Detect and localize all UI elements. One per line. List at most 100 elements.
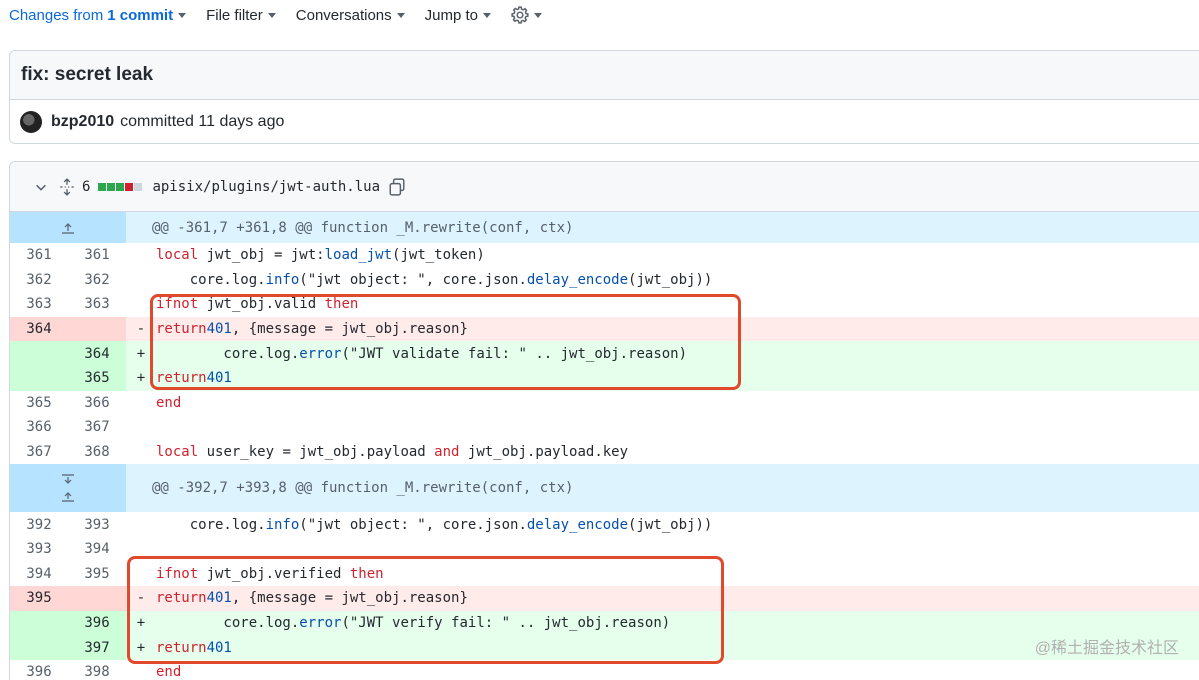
diff-line-added: 397 + return 401: [10, 635, 1199, 660]
new-line-number[interactable]: 361: [68, 243, 126, 268]
new-line-number[interactable]: 396: [68, 610, 126, 636]
changes-from-dropdown[interactable]: Changes from 1 commit: [9, 6, 187, 24]
old-line-number[interactable]: 396: [10, 660, 68, 680]
diff-sign: [126, 243, 156, 268]
hunk-header-text: @@ -361,7 +361,8 @@ function _M.rewrite(…: [152, 219, 574, 236]
chevron-down-icon[interactable]: [34, 180, 48, 194]
chevron-down-icon: [396, 12, 405, 18]
commit-meta: bzp2010 committed 11 days ago c: [10, 100, 1199, 144]
diff-sign: +: [136, 615, 146, 632]
diff-sign: +: [136, 345, 146, 362]
commit-title: fix: secret leak: [10, 51, 1199, 100]
old-line-number[interactable]: 361: [10, 243, 68, 268]
diff-line: 363 363 if not jwt_obj.valid then: [10, 292, 1199, 317]
new-line-number[interactable]: 397: [68, 635, 126, 660]
old-line-number[interactable]: 367: [10, 440, 68, 465]
old-line-number[interactable]: 362: [10, 268, 68, 293]
diff-line: 365 366 end: [10, 391, 1199, 416]
avatar[interactable]: [20, 111, 42, 133]
diff-sign: +: [136, 639, 146, 656]
diff-line: 392 393 core.log. info ("jwt object: ", cor…: [10, 512, 1199, 537]
old-line-number[interactable]: 363: [10, 292, 68, 317]
diff-line-added: 365 + return 401: [10, 365, 1199, 391]
expand-up-button[interactable]: [10, 212, 126, 243]
diff-sign: [126, 292, 156, 317]
new-line-number[interactable]: 398: [68, 660, 126, 680]
new-line-number[interactable]: 365: [68, 365, 126, 391]
old-line-number[interactable]: [10, 341, 68, 366]
code-line: core.log. error ("JWT verify fail: " .. jw…: [156, 615, 671, 632]
copy-icon[interactable]: [388, 177, 406, 196]
conversations-dropdown[interactable]: Conversations: [296, 7, 405, 24]
expand-up-icon: [62, 222, 74, 234]
new-line-number[interactable]: 367: [68, 415, 126, 440]
commit-box: fix: secret leak bzp2010 committed 11 da…: [9, 50, 1199, 144]
chevron-down-icon: [267, 12, 276, 18]
diff-line-deleted: 364 - return 401, {message = jwt_obj.reas…: [10, 316, 1199, 342]
new-line-number[interactable]: 363: [68, 292, 126, 317]
old-line-number[interactable]: 366: [10, 415, 68, 440]
jump-to-label: Jump to: [424, 6, 479, 24]
code-line: end: [156, 394, 182, 411]
old-line-number[interactable]: 365: [10, 391, 68, 416]
code-line: if not jwt_obj.verified then: [156, 565, 384, 582]
diff-sign: +: [136, 370, 146, 387]
file-filter-dropdown[interactable]: File filter: [206, 7, 276, 24]
code-line: end: [156, 664, 182, 680]
new-line-number[interactable]: [68, 586, 126, 611]
diff-sign: [126, 268, 156, 293]
new-line-number[interactable]: 395: [68, 562, 126, 587]
new-line-number[interactable]: 393: [68, 512, 126, 537]
diff-sign: [126, 512, 156, 537]
old-line-number[interactable]: [10, 365, 68, 391]
commit-author[interactable]: bzp2010: [51, 113, 114, 131]
diff-table: @@ -361,7 +361,8 @@ function _M.rewrite(…: [10, 212, 1199, 680]
diff-sign: [126, 660, 156, 680]
old-line-number[interactable]: 393: [10, 537, 68, 562]
diff-line-added: 364 + core.log. error ("JWT validate fail: …: [10, 341, 1199, 366]
new-line-number[interactable]: 364: [68, 341, 126, 366]
diff-sign: [126, 562, 156, 587]
hunk-header-text: @@ -392,7 +393,8 @@ function _M.rewrite(…: [152, 480, 574, 497]
gear-icon: [511, 6, 529, 24]
code-line: return 401: [156, 370, 232, 387]
code-line: local jwt_obj = jwt: load_jwt (jwt_token): [156, 247, 485, 264]
settings-dropdown[interactable]: [511, 6, 543, 24]
chevron-down-icon: [178, 12, 187, 18]
file-name[interactable]: apisix/plugins/jwt-auth.lua: [152, 179, 380, 195]
new-line-number[interactable]: [68, 316, 126, 342]
expand-both-icon: [62, 474, 74, 502]
conversations-label: Conversations: [295, 6, 392, 24]
code-line: return 401, {message = jwt_obj.reason}: [156, 590, 468, 607]
old-line-number[interactable]: 392: [10, 512, 68, 537]
watermark: @稀土掘金技术社区: [1034, 640, 1179, 657]
code-line: core.log. error ("JWT validate fail: " .. …: [156, 345, 688, 362]
diff-line: 396 398 end: [10, 660, 1199, 680]
expand-all-icon[interactable]: [58, 177, 76, 196]
code-line: core.log. info ("jwt object: ", core.json.…: [156, 516, 713, 533]
file-diff: 6 apisix/plugins/jwt-auth.lua @@ -361,7 …: [9, 161, 1199, 680]
code-line: core.log. info ("jwt object: ", core.json.…: [156, 271, 713, 288]
new-line-number[interactable]: 362: [68, 268, 126, 293]
old-line-number[interactable]: [10, 610, 68, 636]
diff-line: 361 361 local jwt_obj = jwt: load_jwt (jwt_…: [10, 243, 1199, 268]
old-line-number[interactable]: [10, 635, 68, 660]
hunk-header: @@ -392,7 +393,8 @@ function _M.rewrite(…: [10, 464, 1199, 513]
jump-to-dropdown[interactable]: Jump to: [424, 6, 492, 24]
old-line-number[interactable]: 394: [10, 562, 68, 587]
diff-line-added: 396 + core.log. error ("JWT verify fail: " …: [10, 610, 1199, 636]
expand-both-button[interactable]: [10, 464, 126, 513]
new-line-number[interactable]: 368: [68, 440, 126, 465]
file-header: 6 apisix/plugins/jwt-auth.lua: [10, 162, 1199, 212]
old-line-number[interactable]: 395: [10, 586, 68, 611]
changes-from-label: Changes from: [9, 6, 104, 24]
old-line-number[interactable]: 364: [10, 316, 68, 342]
code-line: local user_key = jwt_obj.payload and jwt…: [156, 444, 629, 461]
diff-line: 393 394: [10, 537, 1199, 562]
new-line-number[interactable]: 366: [68, 391, 126, 416]
new-line-number[interactable]: 394: [68, 537, 126, 562]
diff-line: 367 368 local user_key = jwt_obj.payload …: [10, 440, 1199, 465]
code-line: if not jwt_obj.valid then: [156, 296, 359, 313]
